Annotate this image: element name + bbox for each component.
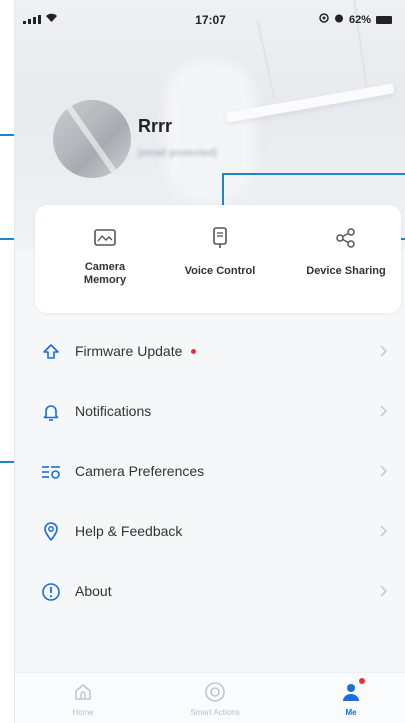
user-email: [email protected] — [138, 148, 218, 159]
menu-item-label: Help & Feedback — [75, 523, 183, 539]
menu-item-notifications[interactable]: Notifications — [15, 382, 405, 442]
notification-badge — [359, 678, 365, 684]
screen: 17:07 62% Rrrr [email protected] Camera … — [0, 0, 405, 723]
menu-item-label: Camera Preferences — [75, 463, 205, 479]
person-icon — [341, 678, 365, 704]
info-icon — [41, 582, 61, 602]
alarm-icon — [334, 13, 344, 26]
camera-memory-label: Camera Memory — [83, 261, 127, 286]
username: Rrrr — [138, 116, 173, 136]
battery-icon — [376, 15, 392, 24]
home-icon — [73, 680, 93, 704]
firmware-update-icon — [41, 342, 61, 362]
menu-item-label: Notifications — [75, 403, 152, 419]
camera-memory-button[interactable]: Camera Memory — [65, 205, 145, 313]
bell-icon — [41, 402, 61, 422]
phone-screen: 17:07 62% Rrrr [email protected] Camera … — [14, 0, 405, 723]
menu-item-label: About — [75, 583, 112, 599]
chevron-right-icon — [379, 404, 388, 423]
quick-actions-card: Camera Memory Voice Control Device Shari… — [35, 205, 401, 313]
chevron-right-icon — [379, 344, 388, 363]
menu-item-label: Firmware Update — [75, 343, 183, 359]
voice-control-icon — [211, 225, 229, 251]
chevron-right-icon — [379, 584, 388, 603]
menu-item-firmware-update[interactable]: Firmware Update — [15, 322, 405, 382]
location-icon — [319, 13, 329, 26]
device-sharing-label: Device Sharing — [306, 265, 386, 277]
chevron-right-icon — [379, 524, 388, 543]
tab-label: Smart Actions — [190, 708, 240, 717]
help-icon — [41, 522, 61, 542]
menu-item-camera-preferences[interactable]: Camera Preferences — [15, 442, 405, 502]
tab-label: Home — [72, 708, 94, 717]
avatar[interactable] — [53, 100, 131, 178]
callout-line-voice-horizontal — [222, 173, 405, 175]
voice-control-button[interactable]: Voice Control — [170, 205, 270, 313]
camera-memory-icon — [93, 225, 117, 251]
tab-home[interactable]: Home — [55, 673, 111, 723]
voice-control-label: Voice Control — [184, 265, 256, 277]
menu-item-about[interactable]: About — [15, 562, 405, 622]
bottom-tab-bar: Home Smart Actions Me — [15, 672, 405, 723]
camera-preferences-icon — [41, 462, 61, 482]
share-icon — [335, 225, 357, 251]
chevron-right-icon — [379, 464, 388, 483]
settings-menu: Firmware Update Notifications Camera Pre… — [15, 322, 405, 622]
menu-item-help-feedback[interactable]: Help & Feedback — [15, 502, 405, 562]
tab-smart-actions[interactable]: Smart Actions — [170, 673, 260, 723]
smart-actions-icon — [204, 680, 226, 704]
tab-me[interactable]: Me — [323, 673, 379, 723]
status-bar: 17:07 62% — [15, 0, 405, 40]
tab-label: Me — [345, 708, 357, 717]
battery-percent: 62% — [348, 13, 371, 26]
device-sharing-button[interactable]: Device Sharing — [293, 205, 399, 313]
update-badge — [191, 349, 196, 354]
